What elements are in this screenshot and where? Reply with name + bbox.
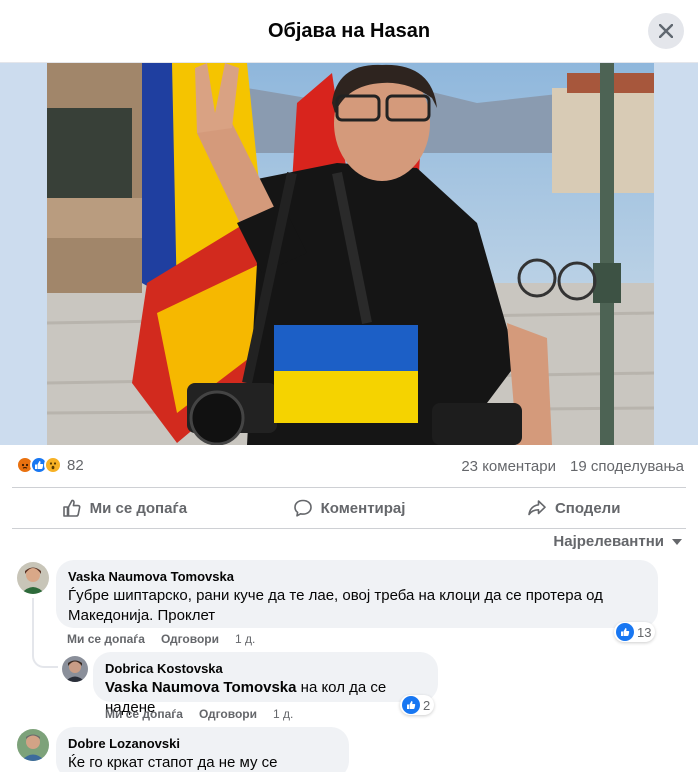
post-photo[interactable]	[47, 63, 654, 445]
close-icon	[659, 24, 673, 38]
share-button-label: Сподели	[554, 499, 621, 517]
comment-item: Vaska Naumova Tomovska Ѓубре шиптарско, …	[0, 558, 698, 650]
comment-item: Dobre Lozanovski Ќе го кркат стапот да н…	[0, 725, 698, 772]
comment-reply-link[interactable]: Одговори	[161, 632, 219, 646]
comment-author[interactable]: Dobre Lozanovski	[68, 735, 337, 752]
dialog-title: Објава на Hasan	[267, 20, 431, 42]
reactions-summary[interactable]: 82	[16, 456, 84, 474]
like-count: 2	[423, 697, 431, 713]
avatar[interactable]	[62, 656, 88, 682]
like-reaction-icon	[402, 696, 420, 714]
comments-count-link[interactable]: 23 коментари	[461, 458, 556, 475]
comment-time[interactable]: 1 д.	[235, 632, 255, 646]
reaction-count: 82	[67, 456, 84, 474]
photo-background	[0, 63, 698, 445]
comment-bubble: Vaska Naumova Tomovska Ѓубре шиптарско, …	[56, 560, 658, 628]
like-reaction-icon	[616, 623, 634, 641]
post-dialog-header: Објава на Hasan	[0, 0, 698, 63]
comment-icon	[293, 499, 312, 517]
wow-reaction-icon	[44, 456, 62, 474]
comment-author[interactable]: Vaska Naumova Tomovska	[68, 568, 646, 585]
comment-button-label: Коментирај	[320, 499, 406, 517]
thumbs-up-icon	[62, 499, 81, 517]
caret-down-icon	[672, 538, 682, 545]
comment-button[interactable]: Коментирај	[237, 488, 462, 528]
comment-time[interactable]: 1 д.	[273, 707, 293, 721]
comment-reply-link[interactable]: Одговори	[199, 707, 257, 721]
comment-text: Ѓубре шиптарско, рани куче да те лае, ов…	[68, 587, 603, 624]
avatar[interactable]	[17, 562, 49, 594]
like-button-label: Ми се допаѓа	[89, 499, 188, 517]
avatar[interactable]	[17, 729, 49, 761]
share-icon	[528, 500, 546, 516]
reply-item: Dobrica Kostovska Vaska Naumova Tomovska…	[0, 650, 698, 725]
shares-count-link[interactable]: 19 споделувања	[570, 458, 684, 475]
close-button[interactable]	[648, 13, 684, 49]
comment-mention[interactable]: Vaska Naumova Tomovska	[105, 679, 296, 696]
comment-meta: Ми се допаѓа Одговори 1 д.	[105, 707, 293, 721]
sort-label: Најрелевантни	[553, 533, 664, 550]
comment-meta: Ми се допаѓа Одговори 1 д.	[67, 632, 255, 646]
comment-author[interactable]: Dobrica Kostovska	[105, 660, 426, 677]
comment-bubble: Dobrica Kostovska Vaska Naumova Tomovska…	[93, 652, 438, 716]
like-button[interactable]: Ми се допаѓа	[12, 488, 237, 528]
comment-text: Ќе го кркат стапот да не му се секираш	[68, 754, 278, 771]
comment-like-count[interactable]: 13	[614, 622, 656, 642]
post-action-bar: Ми се допаѓа Коментирај Сподели	[12, 487, 686, 529]
comment-like-link[interactable]: Ми се допаѓа	[105, 707, 183, 721]
comment-like-count[interactable]: 2	[400, 695, 435, 715]
comment-bubble: Dobre Lozanovski Ќе го кркат стапот да н…	[56, 727, 349, 772]
like-count: 13	[637, 624, 652, 640]
comment-sort-dropdown[interactable]: Најрелевантни	[553, 533, 682, 550]
comment-like-link[interactable]: Ми се допаѓа	[67, 632, 145, 646]
post-stats: 82 23 коментари 19 споделувања	[0, 445, 698, 487]
share-button[interactable]: Сподели	[461, 488, 686, 528]
